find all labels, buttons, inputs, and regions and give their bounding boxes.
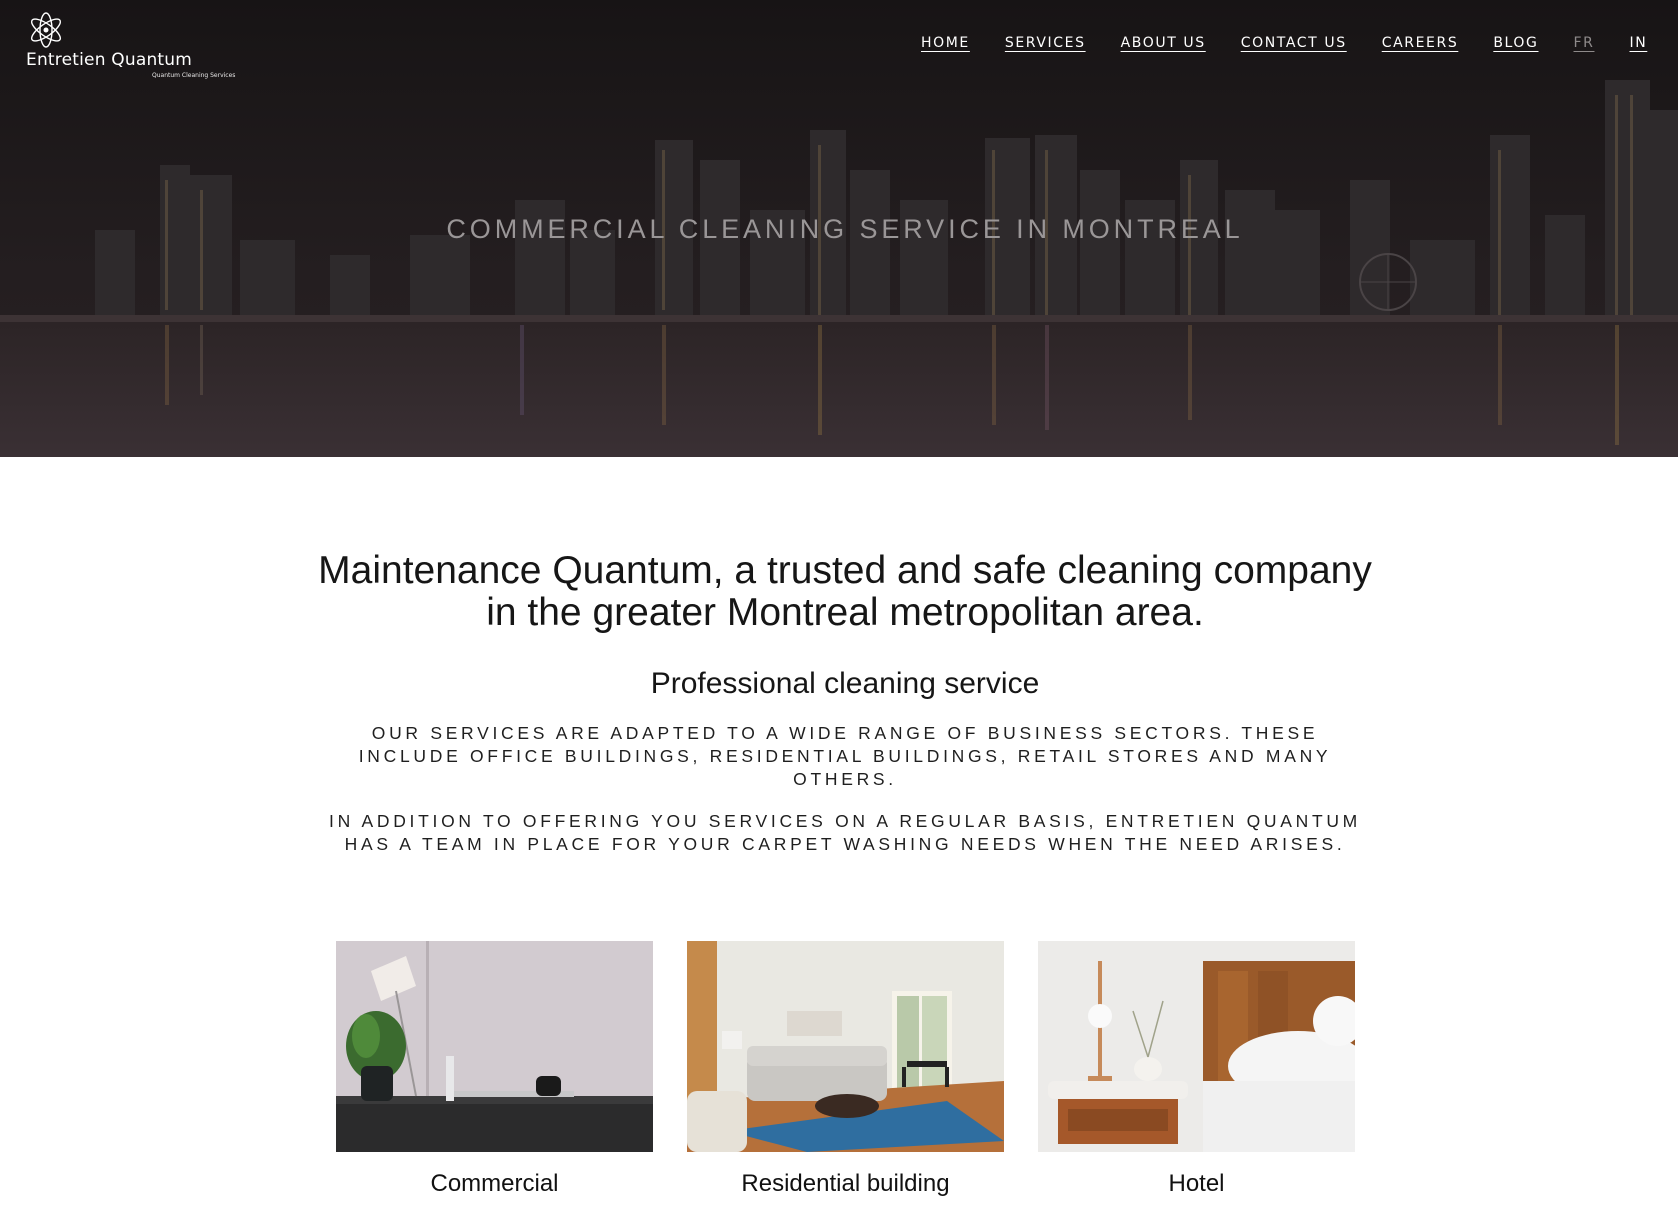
nav-lang-in[interactable]: IN <box>1629 35 1647 51</box>
nav-blog[interactable]: BLOG <box>1493 35 1538 51</box>
office-desk-image[interactable] <box>336 941 653 1152</box>
living-room-image[interactable] <box>687 941 1004 1152</box>
card-hotel[interactable]: Hotel <box>1038 941 1355 1198</box>
nav-contact-us[interactable]: CONTACT US <box>1241 35 1347 51</box>
atom-icon <box>30 12 62 48</box>
carpet-paragraph: IN ADDITION TO OFFERING YOU SERVICES ON … <box>329 811 1361 854</box>
section-subheading: Professional cleaning service <box>650 667 1040 700</box>
main-nav: HOME SERVICES ABOUT US CONTACT US CAREER… <box>921 35 1678 51</box>
hero-title: COMMERCIAL CLEANING SERVICE IN MONTREAL <box>446 214 1244 244</box>
card-title-commercial[interactable]: Commercial <box>336 1170 653 1198</box>
card-title-residential[interactable]: Residential building <box>687 1170 1004 1198</box>
card-title-hotel[interactable]: Hotel <box>1038 1170 1355 1198</box>
page-heading: Maintenance Quantum, a trusted and safe … <box>318 549 1372 634</box>
nav-home[interactable]: HOME <box>921 35 970 51</box>
nav-lang-fr[interactable]: FR <box>1574 35 1595 51</box>
card-residential[interactable]: Residential building <box>687 941 1004 1198</box>
services-paragraph: OUR SERVICES ARE ADAPTED TO A WIDE RANGE… <box>358 723 1332 789</box>
brand-logo[interactable]: Entretien Quantum Quantum Cleaning Servi… <box>26 10 256 82</box>
hotel-bedroom-image[interactable] <box>1038 941 1355 1152</box>
brand-tagline: Quantum Cleaning Services <box>152 72 236 79</box>
brand-name: Entretien Quantum <box>26 50 193 70</box>
nav-careers[interactable]: CAREERS <box>1382 35 1459 51</box>
hero-banner: Entretien Quantum Quantum Cleaning Servi… <box>0 0 1678 457</box>
nav-about-us[interactable]: ABOUT US <box>1121 35 1206 51</box>
nav-services[interactable]: SERVICES <box>1005 35 1086 51</box>
card-commercial[interactable]: Commercial <box>336 941 653 1198</box>
